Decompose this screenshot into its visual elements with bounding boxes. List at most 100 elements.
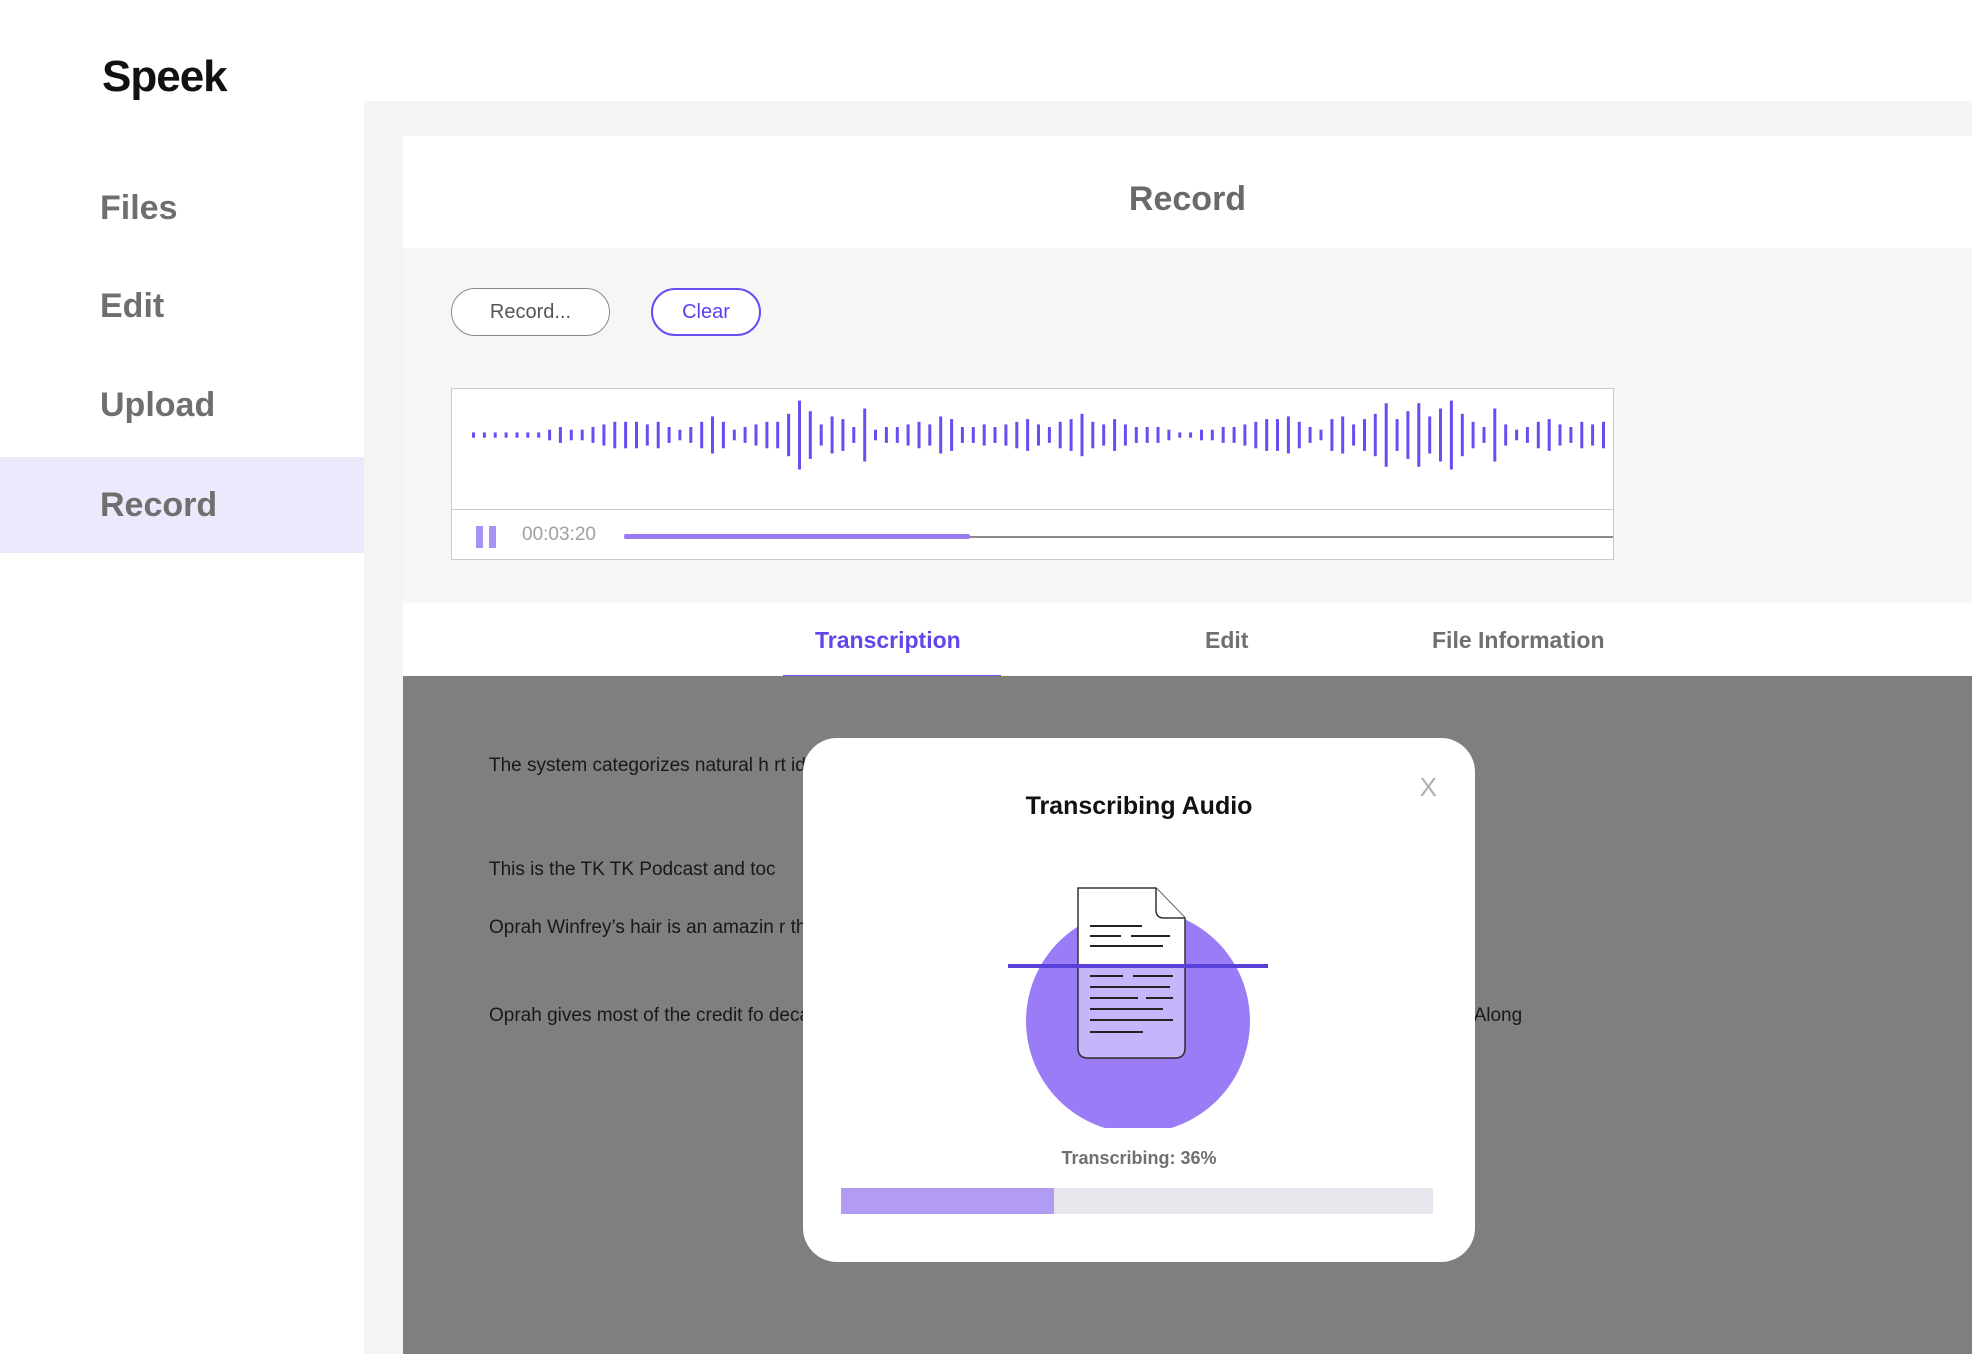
waveform-bar [1580,421,1584,449]
close-icon[interactable]: X [1420,772,1437,803]
waveform-bar [1276,419,1279,451]
waveform-bar [982,424,986,446]
waveform-bar [645,424,649,446]
waveform-bar [993,427,997,443]
waveform-bar [787,413,791,457]
tab-transcription[interactable]: Transcription [815,627,961,654]
sidebar-item-record[interactable]: Record [0,457,364,553]
waveform-bar [482,432,486,438]
waveform-bar [656,421,660,449]
waveform-bar [678,429,682,441]
waveform-bar [1080,413,1084,457]
transcribing-progress-track [841,1188,1433,1214]
waveform-bar [1602,421,1605,449]
waveform-bar [874,429,877,441]
document-scan-icon [1008,887,1268,1128]
sidebar-item-upload[interactable]: Upload [0,357,364,453]
waveform-bar [1330,419,1334,451]
waveform-bar [1471,421,1475,449]
waveform-bar [1069,419,1073,451]
waveform-bar [635,421,638,449]
waveform-bar [1091,421,1095,449]
panel-header: Record [403,136,1972,248]
waveform-bar [537,432,541,438]
waveform-bar [1058,421,1062,449]
waveform-bar [841,419,845,451]
waveform-bar [928,424,932,446]
waveform-bar [1286,416,1290,454]
waveform-bar [558,427,562,443]
waveform-bar [1406,411,1410,459]
sidebar-item-files[interactable]: Files [0,160,364,256]
waveform-bar [1341,416,1345,454]
record-button[interactable]: Record... [451,288,610,336]
waveform-bar [830,416,834,454]
waveform-bar [1591,424,1595,446]
transcribing-modal: Transcribing Audio X Transcribing: 36% [803,738,1475,1262]
waveform-bar [776,421,780,449]
waveform-bar [1373,413,1377,457]
playback-time: 00:03:20 [522,524,596,545]
waveform-bar [765,421,769,449]
waveform-bar [1536,421,1540,449]
waveform-bar [754,424,758,446]
waveform-bar [1265,419,1269,451]
waveform-bar [1308,427,1312,443]
waveform-bar [1200,429,1203,441]
waveform-bar [1449,400,1453,470]
waveform-bar [721,421,725,449]
waveform-bar [1254,421,1258,449]
clear-button[interactable]: Clear [651,288,761,336]
modal-title: Transcribing Audio [1025,792,1253,820]
waveform-bar [1569,427,1573,443]
waveform-bar [1352,424,1356,446]
waveform-bar [1297,421,1301,449]
waveform-bar [667,427,671,443]
waveform-bar [1439,408,1442,462]
waveform-bar [939,416,943,454]
waveform-bar [1417,403,1421,467]
waveform-bar [1210,429,1214,441]
waveform-bar [1319,429,1323,441]
waveform-bar [1493,408,1497,462]
waveform-bar [1047,427,1051,443]
app-logo: Speek [102,52,228,101]
waveform-bar [1504,424,1508,446]
tab-bar: Transcription Edit File Information [403,603,1972,679]
waveform-bar [950,419,954,451]
transcribing-progress-label: Transcribing: 36% [1061,1148,1217,1168]
waveform-bar [613,421,617,449]
waveform-bar [1363,419,1366,451]
waveform-bar [1428,416,1432,454]
waveform-bar [624,421,628,449]
waveform-bar [819,424,823,446]
waveform[interactable] [452,389,1613,509]
waveform-bar [472,432,475,438]
waveform-bar [548,429,552,441]
sidebar-item-edit[interactable]: Edit [0,258,364,354]
waveform-bar [1384,403,1388,467]
waveform-bar [1156,427,1160,443]
tab-file-information[interactable]: File Information [1432,627,1605,654]
playback-progress[interactable] [624,534,971,539]
waveform-bar [1123,424,1127,446]
waveform-bar [1525,427,1529,443]
tab-edit[interactable]: Edit [1205,627,1248,654]
playback-track[interactable] [624,534,1613,539]
waveform-bar [580,429,584,441]
waveform-bar [1395,419,1399,451]
waveform-bar [1102,424,1106,446]
waveform-bar [1515,429,1519,441]
waveform-bar [700,421,704,449]
waveform-bar [493,432,497,438]
waveform-bar [1145,427,1149,443]
pause-icon[interactable] [476,526,498,548]
waveform-bar [1015,421,1019,449]
waveform-bar [1558,424,1562,446]
waveform-bar [798,400,801,470]
waveform-bar [1460,413,1464,457]
waveform-bar [732,429,736,441]
waveform-bar [515,432,519,438]
waveform-bar [1232,427,1236,443]
waveform-bar [1189,432,1193,438]
